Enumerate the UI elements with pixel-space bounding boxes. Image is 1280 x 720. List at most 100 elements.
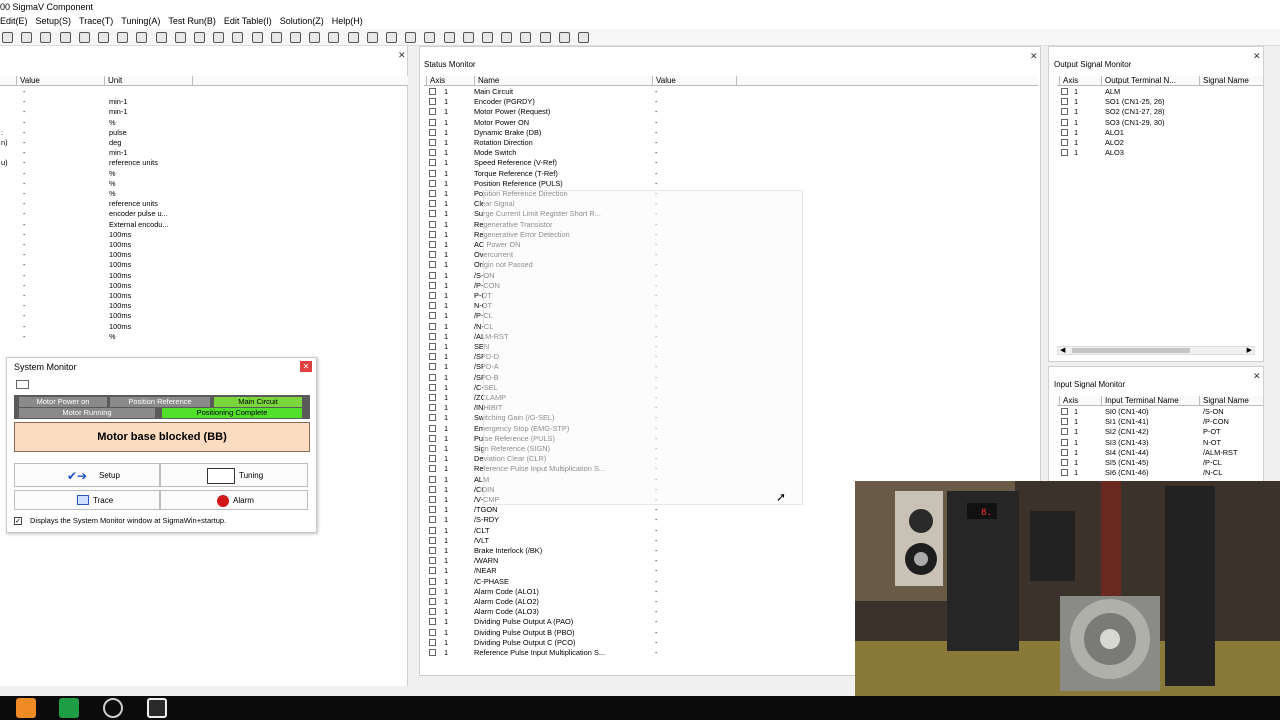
toolbar-button-icon[interactable] [194, 32, 205, 43]
toolbar-button-icon[interactable] [539, 32, 551, 43]
close-icon[interactable]: ✕ [398, 50, 406, 61]
toolbar-button-icon[interactable] [347, 32, 359, 43]
row-checkbox[interactable] [429, 394, 436, 401]
close-icon[interactable]: ✕ [1253, 371, 1261, 382]
toolbar-button-icon[interactable] [386, 32, 397, 43]
toolbar-button-icon[interactable] [309, 32, 321, 43]
row-checkbox[interactable] [429, 343, 436, 350]
row-checkbox[interactable] [429, 485, 436, 493]
row-checkbox[interactable] [429, 465, 436, 473]
row-checkbox[interactable] [1061, 139, 1068, 146]
alarm-button[interactable]: Alarm [160, 490, 308, 510]
tuning-button[interactable]: Tuning [160, 463, 308, 487]
toolbar-button-icon[interactable] [174, 32, 186, 43]
row-checkbox[interactable] [1061, 108, 1068, 116]
row-checkbox[interactable] [429, 98, 436, 106]
row-checkbox[interactable] [429, 353, 436, 361]
row-checkbox[interactable] [429, 363, 436, 371]
row-checkbox[interactable] [429, 567, 436, 575]
row-checkbox[interactable] [1061, 128, 1068, 136]
row-checkbox[interactable] [429, 200, 436, 208]
row-checkbox[interactable] [429, 608, 436, 616]
row-checkbox[interactable] [429, 169, 436, 177]
toolbar-button-icon[interactable] [424, 32, 436, 43]
row-checkbox[interactable] [429, 506, 436, 514]
row-checkbox[interactable] [429, 118, 436, 126]
row-checkbox[interactable] [429, 149, 436, 157]
toolbar-button-icon[interactable] [290, 32, 301, 43]
toolbar-button-icon[interactable] [558, 32, 570, 43]
trace-button[interactable]: Trace [14, 490, 160, 510]
row-checkbox[interactable] [429, 332, 436, 340]
toolbar-button-icon[interactable] [270, 32, 282, 43]
toolbar-button-icon[interactable] [520, 32, 532, 43]
row-checkbox[interactable] [429, 536, 436, 544]
row-checkbox[interactable] [429, 322, 436, 330]
window-mode-icon[interactable] [16, 380, 29, 389]
row-checkbox[interactable] [429, 455, 436, 463]
col-signal-header[interactable]: Signal Name [1199, 396, 1263, 406]
row-checkbox[interactable] [429, 139, 436, 146]
row-checkbox[interactable] [429, 414, 436, 422]
startup-checkbox[interactable]: ✓ [14, 517, 22, 525]
row-checkbox[interactable] [429, 638, 436, 646]
row-checkbox[interactable] [429, 251, 436, 259]
menu-item-1[interactable]: Setup(S) [36, 14, 72, 29]
menu-item-7[interactable]: Help(H) [332, 14, 363, 29]
row-checkbox[interactable] [429, 404, 436, 412]
col-name-header[interactable]: Name [474, 76, 652, 86]
menu-item-3[interactable]: Tuning(A) [121, 14, 160, 29]
close-button[interactable]: ✕ [300, 361, 312, 372]
toolbar-button-icon[interactable] [462, 32, 474, 43]
row-checkbox[interactable] [429, 577, 436, 585]
row-checkbox[interactable] [429, 190, 436, 197]
row-checkbox[interactable] [429, 179, 436, 187]
toolbar-button-icon[interactable] [405, 32, 417, 43]
toolbar-button-icon[interactable] [155, 32, 167, 43]
menu-item-5[interactable]: Edit Table(I) [224, 14, 272, 29]
menu-item-6[interactable]: Solution(Z) [280, 14, 324, 29]
toolbar-button-icon[interactable] [2, 32, 13, 43]
row-checkbox[interactable] [429, 649, 436, 656]
menu-item-0[interactable]: Edit(E) [0, 14, 28, 29]
row-checkbox[interactable] [429, 434, 436, 442]
scroll-left-icon[interactable]: ◀ [1060, 346, 1065, 354]
col-terminal-header[interactable]: Input Terminal Name [1101, 396, 1199, 406]
row-checkbox[interactable] [429, 281, 436, 289]
row-checkbox[interactable] [429, 587, 436, 595]
row-checkbox[interactable] [1061, 149, 1068, 157]
row-checkbox[interactable] [429, 128, 436, 136]
row-checkbox[interactable] [429, 424, 436, 432]
setup-button[interactable]: ✔➔ Setup [14, 463, 160, 487]
toolbar-button-icon[interactable] [21, 32, 33, 43]
app-icon-orange[interactable] [16, 698, 36, 718]
row-checkbox[interactable] [429, 618, 436, 626]
camera-app-icon[interactable] [147, 698, 167, 718]
toolbar-button-icon[interactable] [366, 32, 378, 43]
toolbar-button-icon[interactable] [59, 32, 71, 43]
row-checkbox[interactable] [429, 230, 436, 238]
toolbar-button-icon[interactable] [501, 32, 513, 43]
row-checkbox[interactable] [1061, 438, 1068, 446]
toolbar-button-icon[interactable] [78, 32, 90, 43]
col-unit-header[interactable]: Unit [104, 76, 192, 86]
toolbar-button-icon[interactable] [98, 32, 109, 43]
col-axis-header[interactable]: Axis [1059, 396, 1101, 406]
app-icon-green-sheet[interactable] [59, 698, 79, 718]
toolbar-button-icon[interactable] [251, 32, 263, 43]
row-checkbox[interactable] [429, 292, 436, 299]
scroll-right-icon[interactable]: ▶ [1247, 346, 1252, 354]
row-checkbox[interactable] [429, 516, 436, 524]
row-checkbox[interactable] [429, 312, 436, 320]
row-checkbox[interactable] [429, 628, 436, 636]
toolbar-button-icon[interactable] [443, 32, 455, 43]
col-axis-header[interactable]: Axis [1059, 76, 1101, 86]
row-checkbox[interactable] [429, 108, 436, 116]
toolbar-button-icon[interactable] [40, 32, 52, 43]
col-value-header[interactable]: Value [652, 76, 736, 86]
row-checkbox[interactable] [1061, 448, 1068, 456]
toolbar-button-icon[interactable] [232, 32, 244, 43]
toolbar-button-icon[interactable] [117, 32, 129, 43]
row-checkbox[interactable] [429, 271, 436, 279]
horizontal-scrollbar[interactable]: ◀ ▶ [1057, 346, 1255, 355]
